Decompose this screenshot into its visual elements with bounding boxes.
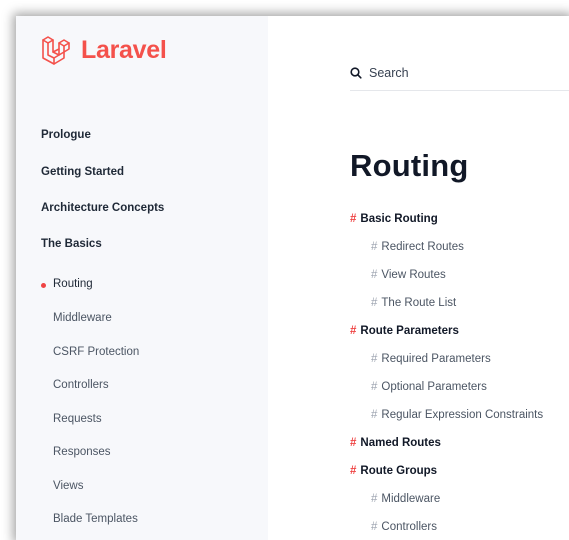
sidebar-item-routing[interactable]: Routing [53, 278, 93, 290]
hash-marker: # [371, 353, 378, 365]
toc-label: Middleware [381, 493, 441, 505]
toc-label: Route Parameters [360, 325, 459, 337]
hash-marker: # [350, 213, 357, 225]
search-icon [350, 67, 362, 79]
toc-link-view-routes[interactable]: # View Routes [371, 269, 446, 281]
toc-label: Redirect Routes [381, 241, 464, 253]
toc-label: Route Groups [360, 465, 438, 477]
sidebar-item-blade-templates[interactable]: Blade Templates [53, 513, 138, 525]
toc-link-required-parameters[interactable]: # Required Parameters [371, 353, 491, 365]
toc-link-controllers[interactable]: # Controllers [371, 521, 437, 533]
sidebar-item-views[interactable]: Views [53, 480, 83, 492]
sidebar-item-csrf-protection[interactable]: CSRF Protection [53, 346, 139, 358]
search-divider [350, 90, 569, 91]
docs-window: Laravel Prologue Getting Started Archite… [16, 16, 569, 540]
toc-link-regular-expression-constraints[interactable]: # Regular Expression Constraints [371, 409, 543, 421]
toc-link-redirect-routes[interactable]: # Redirect Routes [371, 241, 464, 253]
hash-marker: # [350, 465, 357, 477]
sidebar-section-architecture-concepts[interactable]: Architecture Concepts [41, 202, 164, 214]
sidebar-section-the-basics[interactable]: The Basics [41, 238, 102, 250]
toc-link-named-routes[interactable]: # Named Routes [350, 437, 441, 449]
sidebar-item-controllers[interactable]: Controllers [53, 379, 109, 391]
toc-link-route-groups[interactable]: # Route Groups [350, 465, 437, 477]
page-title: Routing [350, 148, 469, 183]
toc-label: Controllers [381, 521, 438, 533]
hash-marker: # [350, 437, 357, 449]
hash-marker: # [371, 269, 378, 281]
toc-label: Regular Expression Constraints [381, 409, 544, 421]
hash-marker: # [371, 297, 378, 309]
sidebar-section-prologue[interactable]: Prologue [41, 129, 91, 141]
hash-marker: # [371, 381, 378, 393]
main-content: Search Routing # Basic Routing # Redirect … [268, 16, 569, 540]
toc-link-middleware[interactable]: # Middleware [371, 493, 440, 505]
hash-marker: # [371, 409, 378, 421]
toc-link-optional-parameters[interactable]: # Optional Parameters [371, 381, 487, 393]
hash-marker: # [350, 325, 357, 337]
hash-marker: # [371, 241, 378, 253]
hash-marker: # [371, 493, 378, 505]
hash-marker: # [371, 521, 378, 533]
sidebar-section-getting-started[interactable]: Getting Started [41, 166, 124, 178]
toc-label: View Routes [381, 269, 446, 281]
search-button[interactable]: Search [350, 58, 569, 88]
toc-label: Named Routes [360, 437, 441, 449]
sidebar-item-responses[interactable]: Responses [53, 446, 111, 458]
sidebar-item-middleware[interactable]: Middleware [53, 312, 112, 324]
toc-label: Basic Routing [360, 213, 438, 225]
sidebar: Laravel Prologue Getting Started Archite… [16, 16, 268, 540]
brand-logo[interactable]: Laravel [40, 28, 167, 72]
brand-name: Laravel [81, 35, 167, 64]
toc-link-route-parameters[interactable]: # Route Parameters [350, 325, 459, 337]
active-indicator-dot [41, 283, 46, 288]
toc-link-basic-routing[interactable]: # Basic Routing [350, 213, 438, 225]
sidebar-item-requests[interactable]: Requests [53, 413, 102, 425]
laravel-logo-icon [42, 36, 70, 65]
search-label: Search [369, 66, 409, 80]
toc-label: The Route List [381, 297, 457, 309]
toc-label: Optional Parameters [381, 381, 487, 393]
toc-link-the-route-list[interactable]: # The Route List [371, 297, 456, 309]
toc-label: Required Parameters [381, 353, 491, 365]
